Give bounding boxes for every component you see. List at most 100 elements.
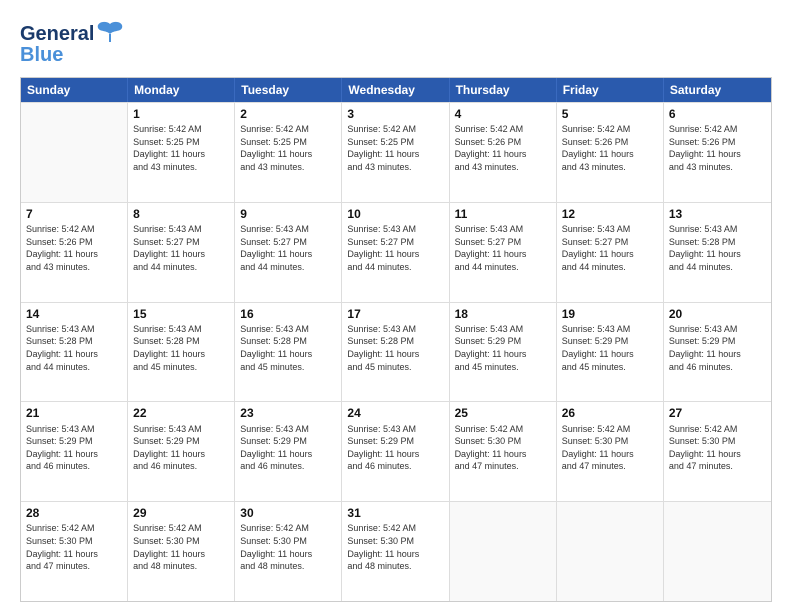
cell-info: Sunrise: 5:42 AM Sunset: 5:25 PM Dayligh… bbox=[133, 123, 229, 173]
calendar: SundayMondayTuesdayWednesdayThursdayFrid… bbox=[20, 77, 772, 602]
cell-info: Sunrise: 5:43 AM Sunset: 5:27 PM Dayligh… bbox=[347, 223, 443, 273]
calendar-cell: 7Sunrise: 5:42 AM Sunset: 5:26 PM Daylig… bbox=[21, 203, 128, 302]
day-number: 14 bbox=[26, 306, 122, 322]
cell-info: Sunrise: 5:43 AM Sunset: 5:29 PM Dayligh… bbox=[347, 423, 443, 473]
calendar-cell: 13Sunrise: 5:43 AM Sunset: 5:28 PM Dayli… bbox=[664, 203, 771, 302]
calendar-header-cell: Wednesday bbox=[342, 78, 449, 102]
day-number: 9 bbox=[240, 206, 336, 222]
calendar-cell: 3Sunrise: 5:42 AM Sunset: 5:25 PM Daylig… bbox=[342, 103, 449, 202]
cell-info: Sunrise: 5:43 AM Sunset: 5:29 PM Dayligh… bbox=[669, 323, 766, 373]
calendar-cell: 9Sunrise: 5:43 AM Sunset: 5:27 PM Daylig… bbox=[235, 203, 342, 302]
day-number: 8 bbox=[133, 206, 229, 222]
day-number: 12 bbox=[562, 206, 658, 222]
cell-info: Sunrise: 5:42 AM Sunset: 5:26 PM Dayligh… bbox=[26, 223, 122, 273]
day-number: 19 bbox=[562, 306, 658, 322]
day-number: 28 bbox=[26, 505, 122, 521]
logo-bird-icon bbox=[96, 20, 124, 48]
calendar-cell: 29Sunrise: 5:42 AM Sunset: 5:30 PM Dayli… bbox=[128, 502, 235, 601]
day-number: 2 bbox=[240, 106, 336, 122]
calendar-header-cell: Monday bbox=[128, 78, 235, 102]
calendar-cell bbox=[21, 103, 128, 202]
calendar-cell: 5Sunrise: 5:42 AM Sunset: 5:26 PM Daylig… bbox=[557, 103, 664, 202]
calendar-cell: 1Sunrise: 5:42 AM Sunset: 5:25 PM Daylig… bbox=[128, 103, 235, 202]
logo: General Blue bbox=[20, 20, 124, 67]
cell-info: Sunrise: 5:42 AM Sunset: 5:25 PM Dayligh… bbox=[347, 123, 443, 173]
calendar-cell: 31Sunrise: 5:42 AM Sunset: 5:30 PM Dayli… bbox=[342, 502, 449, 601]
cell-info: Sunrise: 5:42 AM Sunset: 5:26 PM Dayligh… bbox=[562, 123, 658, 173]
cell-info: Sunrise: 5:43 AM Sunset: 5:28 PM Dayligh… bbox=[133, 323, 229, 373]
calendar-cell: 17Sunrise: 5:43 AM Sunset: 5:28 PM Dayli… bbox=[342, 303, 449, 402]
calendar-cell: 28Sunrise: 5:42 AM Sunset: 5:30 PM Dayli… bbox=[21, 502, 128, 601]
calendar-header: SundayMondayTuesdayWednesdayThursdayFrid… bbox=[21, 78, 771, 102]
calendar-cell: 21 Sunrise: 5:43 AM Sunset: 5:29 PM Dayli… bbox=[21, 402, 128, 501]
calendar-cell bbox=[557, 502, 664, 601]
calendar-cell: 26 Sunrise: 5:42 AM Sunset: 5:30 PM Dayli… bbox=[557, 402, 664, 501]
calendar-cell: 27Sunrise: 5:42 AM Sunset: 5:30 PM Dayli… bbox=[664, 402, 771, 501]
day-number: 11 bbox=[455, 206, 551, 222]
cell-info: Sunrise: 5:43 AM Sunset: 5:28 PM Dayligh… bbox=[26, 323, 122, 373]
cell-info: Sunrise: 5:42 AM Sunset: 5:30 PM Dayligh… bbox=[133, 522, 229, 572]
cell-info: Sunrise: 5:43 AM Sunset: 5:29 PM Dayligh… bbox=[26, 423, 122, 473]
calendar-header-cell: Saturday bbox=[664, 78, 771, 102]
calendar-cell: 8Sunrise: 5:43 AM Sunset: 5:27 PM Daylig… bbox=[128, 203, 235, 302]
cell-info: Sunrise: 5:43 AM Sunset: 5:27 PM Dayligh… bbox=[240, 223, 336, 273]
cell-info: Sunrise: 5:42 AM Sunset: 5:26 PM Dayligh… bbox=[669, 123, 766, 173]
cell-info: Sunrise: 5:43 AM Sunset: 5:29 PM Dayligh… bbox=[562, 323, 658, 373]
calendar-cell: 12Sunrise: 5:43 AM Sunset: 5:27 PM Dayli… bbox=[557, 203, 664, 302]
calendar-cell: 22Sunrise: 5:43 AM Sunset: 5:29 PM Dayli… bbox=[128, 402, 235, 501]
calendar-cell: 30Sunrise: 5:42 AM Sunset: 5:30 PM Dayli… bbox=[235, 502, 342, 601]
calendar-row: 28 Sunrise: 5:42 AM Sunset: 5:30 PM Dayli… bbox=[21, 501, 771, 601]
calendar-cell: 20Sunrise: 5:43 AM Sunset: 5:29 PM Dayli… bbox=[664, 303, 771, 402]
cell-info: Sunrise: 5:43 AM Sunset: 5:27 PM Dayligh… bbox=[562, 223, 658, 273]
day-number: 1 bbox=[133, 106, 229, 122]
day-number: 30 bbox=[240, 505, 336, 521]
cell-info: Sunrise: 5:43 AM Sunset: 5:28 PM Dayligh… bbox=[347, 323, 443, 373]
cell-info: Sunrise: 5:43 AM Sunset: 5:27 PM Dayligh… bbox=[133, 223, 229, 273]
day-number: 24 bbox=[347, 405, 443, 421]
day-number: 3 bbox=[347, 106, 443, 122]
cell-info: Sunrise: 5:42 AM Sunset: 5:30 PM Dayligh… bbox=[455, 423, 551, 473]
day-number: 25 bbox=[455, 405, 551, 421]
day-number: 23 bbox=[240, 405, 336, 421]
day-number: 20 bbox=[669, 306, 766, 322]
cell-info: Sunrise: 5:42 AM Sunset: 5:30 PM Dayligh… bbox=[669, 423, 766, 473]
day-number: 18 bbox=[455, 306, 551, 322]
calendar-header-cell: Friday bbox=[557, 78, 664, 102]
cell-info: Sunrise: 5:43 AM Sunset: 5:28 PM Dayligh… bbox=[240, 323, 336, 373]
day-number: 7 bbox=[26, 206, 122, 222]
calendar-header-cell: Tuesday bbox=[235, 78, 342, 102]
day-number: 17 bbox=[347, 306, 443, 322]
day-number: 15 bbox=[133, 306, 229, 322]
cell-info: Sunrise: 5:43 AM Sunset: 5:27 PM Dayligh… bbox=[455, 223, 551, 273]
calendar-cell: 24 Sunrise: 5:43 AM Sunset: 5:29 PM Dayli… bbox=[342, 402, 449, 501]
calendar-header-cell: Sunday bbox=[21, 78, 128, 102]
cell-info: Sunrise: 5:42 AM Sunset: 5:30 PM Dayligh… bbox=[347, 522, 443, 572]
calendar-cell: 10Sunrise: 5:43 AM Sunset: 5:27 PM Dayli… bbox=[342, 203, 449, 302]
day-number: 29 bbox=[133, 505, 229, 521]
calendar-cell: 11Sunrise: 5:43 AM Sunset: 5:27 PM Dayli… bbox=[450, 203, 557, 302]
day-number: 26 bbox=[562, 405, 658, 421]
page: General Blue SundayMondayTuesdayWednesda… bbox=[0, 0, 792, 612]
cell-info: Sunrise: 5:43 AM Sunset: 5:28 PM Dayligh… bbox=[669, 223, 766, 273]
cell-info: Sunrise: 5:42 AM Sunset: 5:25 PM Dayligh… bbox=[240, 123, 336, 173]
day-number: 21 bbox=[26, 405, 122, 421]
cell-info: Sunrise: 5:43 AM Sunset: 5:29 PM Dayligh… bbox=[240, 423, 336, 473]
calendar-cell: 4Sunrise: 5:42 AM Sunset: 5:26 PM Daylig… bbox=[450, 103, 557, 202]
day-number: 6 bbox=[669, 106, 766, 122]
cell-info: Sunrise: 5:42 AM Sunset: 5:30 PM Dayligh… bbox=[562, 423, 658, 473]
cell-info: Sunrise: 5:42 AM Sunset: 5:26 PM Dayligh… bbox=[455, 123, 551, 173]
day-number: 31 bbox=[347, 505, 443, 521]
calendar-row: 7Sunrise: 5:42 AM Sunset: 5:26 PM Daylig… bbox=[21, 202, 771, 302]
calendar-cell bbox=[450, 502, 557, 601]
day-number: 5 bbox=[562, 106, 658, 122]
logo-general: General bbox=[20, 23, 94, 45]
calendar-cell: 19Sunrise: 5:43 AM Sunset: 5:29 PM Dayli… bbox=[557, 303, 664, 402]
day-number: 4 bbox=[455, 106, 551, 122]
cell-info: Sunrise: 5:43 AM Sunset: 5:29 PM Dayligh… bbox=[133, 423, 229, 473]
header: General Blue bbox=[20, 20, 772, 67]
calendar-cell bbox=[664, 502, 771, 601]
day-number: 10 bbox=[347, 206, 443, 222]
calendar-cell: 6Sunrise: 5:42 AM Sunset: 5:26 PM Daylig… bbox=[664, 103, 771, 202]
calendar-cell: 25 Sunrise: 5:42 AM Sunset: 5:30 PM Dayli… bbox=[450, 402, 557, 501]
calendar-row: 21 Sunrise: 5:43 AM Sunset: 5:29 PM Dayli… bbox=[21, 401, 771, 501]
